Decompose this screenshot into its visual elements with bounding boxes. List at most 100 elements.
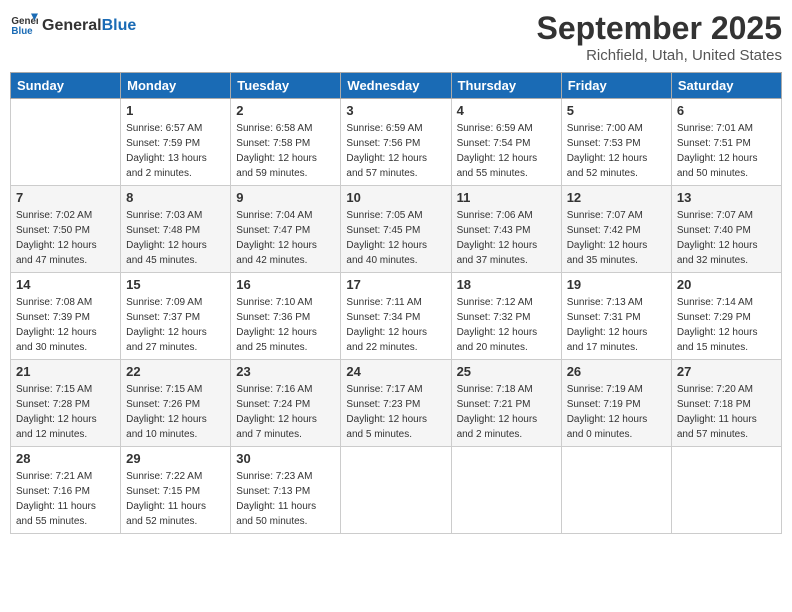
calendar-cell: 3 Sunrise: 6:59 AMSunset: 7:56 PMDayligh… [341, 99, 451, 186]
location: Richfield, Utah, United States [537, 47, 782, 64]
calendar-cell: 30 Sunrise: 7:23 AMSunset: 7:13 PMDaylig… [231, 447, 341, 534]
calendar-cell: 5 Sunrise: 7:00 AMSunset: 7:53 PMDayligh… [561, 99, 671, 186]
day-info: Sunrise: 7:13 AMSunset: 7:31 PMDaylight:… [567, 295, 666, 355]
col-sunday: Sunday [11, 73, 121, 99]
day-info: Sunrise: 7:21 AMSunset: 7:16 PMDaylight:… [16, 469, 115, 529]
day-info: Sunrise: 7:05 AMSunset: 7:45 PMDaylight:… [346, 208, 445, 268]
day-info: Sunrise: 7:12 AMSunset: 7:32 PMDaylight:… [457, 295, 556, 355]
day-info: Sunrise: 7:01 AMSunset: 7:51 PMDaylight:… [677, 121, 776, 181]
month-title: September 2025 [537, 10, 782, 47]
logo-blue: Blue [102, 17, 137, 34]
calendar-cell: 20 Sunrise: 7:14 AMSunset: 7:29 PMDaylig… [671, 273, 781, 360]
col-tuesday: Tuesday [231, 73, 341, 99]
day-info: Sunrise: 7:22 AMSunset: 7:15 PMDaylight:… [126, 469, 225, 529]
day-number: 25 [457, 364, 556, 379]
calendar-cell: 24 Sunrise: 7:17 AMSunset: 7:23 PMDaylig… [341, 360, 451, 447]
calendar-cell [11, 99, 121, 186]
day-number: 6 [677, 103, 776, 118]
day-info: Sunrise: 6:59 AMSunset: 7:56 PMDaylight:… [346, 121, 445, 181]
day-info: Sunrise: 7:09 AMSunset: 7:37 PMDaylight:… [126, 295, 225, 355]
day-info: Sunrise: 7:10 AMSunset: 7:36 PMDaylight:… [236, 295, 335, 355]
svg-text:Blue: Blue [11, 26, 33, 37]
calendar-cell: 27 Sunrise: 7:20 AMSunset: 7:18 PMDaylig… [671, 360, 781, 447]
day-info: Sunrise: 7:20 AMSunset: 7:18 PMDaylight:… [677, 382, 776, 442]
day-number: 13 [677, 190, 776, 205]
day-number: 15 [126, 277, 225, 292]
day-number: 12 [567, 190, 666, 205]
day-info: Sunrise: 7:11 AMSunset: 7:34 PMDaylight:… [346, 295, 445, 355]
calendar-cell: 1 Sunrise: 6:57 AMSunset: 7:59 PMDayligh… [121, 99, 231, 186]
logo-icon: General Blue [10, 10, 38, 38]
calendar-cell: 4 Sunrise: 6:59 AMSunset: 7:54 PMDayligh… [451, 99, 561, 186]
day-info: Sunrise: 7:16 AMSunset: 7:24 PMDaylight:… [236, 382, 335, 442]
calendar-cell: 26 Sunrise: 7:19 AMSunset: 7:19 PMDaylig… [561, 360, 671, 447]
day-info: Sunrise: 7:19 AMSunset: 7:19 PMDaylight:… [567, 382, 666, 442]
calendar-week-4: 21 Sunrise: 7:15 AMSunset: 7:28 PMDaylig… [11, 360, 782, 447]
calendar-cell: 28 Sunrise: 7:21 AMSunset: 7:16 PMDaylig… [11, 447, 121, 534]
calendar-cell [451, 447, 561, 534]
day-number: 4 [457, 103, 556, 118]
day-number: 22 [126, 364, 225, 379]
day-number: 16 [236, 277, 335, 292]
col-monday: Monday [121, 73, 231, 99]
day-info: Sunrise: 6:59 AMSunset: 7:54 PMDaylight:… [457, 121, 556, 181]
calendar-cell: 11 Sunrise: 7:06 AMSunset: 7:43 PMDaylig… [451, 186, 561, 273]
day-number: 19 [567, 277, 666, 292]
day-number: 24 [346, 364, 445, 379]
day-number: 9 [236, 190, 335, 205]
day-number: 10 [346, 190, 445, 205]
day-number: 27 [677, 364, 776, 379]
day-info: Sunrise: 7:14 AMSunset: 7:29 PMDaylight:… [677, 295, 776, 355]
calendar-cell: 14 Sunrise: 7:08 AMSunset: 7:39 PMDaylig… [11, 273, 121, 360]
day-info: Sunrise: 7:04 AMSunset: 7:47 PMDaylight:… [236, 208, 335, 268]
calendar-cell: 6 Sunrise: 7:01 AMSunset: 7:51 PMDayligh… [671, 99, 781, 186]
day-number: 5 [567, 103, 666, 118]
day-info: Sunrise: 7:23 AMSunset: 7:13 PMDaylight:… [236, 469, 335, 529]
col-saturday: Saturday [671, 73, 781, 99]
day-info: Sunrise: 7:15 AMSunset: 7:26 PMDaylight:… [126, 382, 225, 442]
day-number: 3 [346, 103, 445, 118]
day-info: Sunrise: 6:57 AMSunset: 7:59 PMDaylight:… [126, 121, 225, 181]
day-info: Sunrise: 7:07 AMSunset: 7:42 PMDaylight:… [567, 208, 666, 268]
calendar-cell: 17 Sunrise: 7:11 AMSunset: 7:34 PMDaylig… [341, 273, 451, 360]
calendar-cell: 15 Sunrise: 7:09 AMSunset: 7:37 PMDaylig… [121, 273, 231, 360]
calendar-cell [561, 447, 671, 534]
day-info: Sunrise: 7:02 AMSunset: 7:50 PMDaylight:… [16, 208, 115, 268]
title-block: September 2025 Richfield, Utah, United S… [537, 10, 782, 64]
day-info: Sunrise: 7:08 AMSunset: 7:39 PMDaylight:… [16, 295, 115, 355]
day-info: Sunrise: 7:06 AMSunset: 7:43 PMDaylight:… [457, 208, 556, 268]
day-number: 14 [16, 277, 115, 292]
calendar-table: Sunday Monday Tuesday Wednesday Thursday… [10, 72, 782, 534]
calendar-cell [671, 447, 781, 534]
calendar-cell: 22 Sunrise: 7:15 AMSunset: 7:26 PMDaylig… [121, 360, 231, 447]
calendar-cell: 25 Sunrise: 7:18 AMSunset: 7:21 PMDaylig… [451, 360, 561, 447]
calendar-cell: 13 Sunrise: 7:07 AMSunset: 7:40 PMDaylig… [671, 186, 781, 273]
page-header: General Blue GeneralBlue September 2025 … [10, 10, 782, 64]
calendar-cell: 9 Sunrise: 7:04 AMSunset: 7:47 PMDayligh… [231, 186, 341, 273]
calendar-week-2: 7 Sunrise: 7:02 AMSunset: 7:50 PMDayligh… [11, 186, 782, 273]
calendar-week-3: 14 Sunrise: 7:08 AMSunset: 7:39 PMDaylig… [11, 273, 782, 360]
calendar-cell: 23 Sunrise: 7:16 AMSunset: 7:24 PMDaylig… [231, 360, 341, 447]
calendar-cell: 12 Sunrise: 7:07 AMSunset: 7:42 PMDaylig… [561, 186, 671, 273]
calendar-cell: 18 Sunrise: 7:12 AMSunset: 7:32 PMDaylig… [451, 273, 561, 360]
day-number: 20 [677, 277, 776, 292]
calendar-cell: 8 Sunrise: 7:03 AMSunset: 7:48 PMDayligh… [121, 186, 231, 273]
calendar-cell: 29 Sunrise: 7:22 AMSunset: 7:15 PMDaylig… [121, 447, 231, 534]
day-number: 29 [126, 451, 225, 466]
day-number: 28 [16, 451, 115, 466]
day-number: 26 [567, 364, 666, 379]
day-info: Sunrise: 6:58 AMSunset: 7:58 PMDaylight:… [236, 121, 335, 181]
day-number: 17 [346, 277, 445, 292]
logo: General Blue GeneralBlue [10, 10, 136, 38]
calendar-cell: 16 Sunrise: 7:10 AMSunset: 7:36 PMDaylig… [231, 273, 341, 360]
col-wednesday: Wednesday [341, 73, 451, 99]
header-row: Sunday Monday Tuesday Wednesday Thursday… [11, 73, 782, 99]
day-number: 7 [16, 190, 115, 205]
calendar-cell: 19 Sunrise: 7:13 AMSunset: 7:31 PMDaylig… [561, 273, 671, 360]
day-number: 23 [236, 364, 335, 379]
day-info: Sunrise: 7:07 AMSunset: 7:40 PMDaylight:… [677, 208, 776, 268]
day-number: 8 [126, 190, 225, 205]
day-info: Sunrise: 7:00 AMSunset: 7:53 PMDaylight:… [567, 121, 666, 181]
calendar-cell: 21 Sunrise: 7:15 AMSunset: 7:28 PMDaylig… [11, 360, 121, 447]
day-info: Sunrise: 7:17 AMSunset: 7:23 PMDaylight:… [346, 382, 445, 442]
